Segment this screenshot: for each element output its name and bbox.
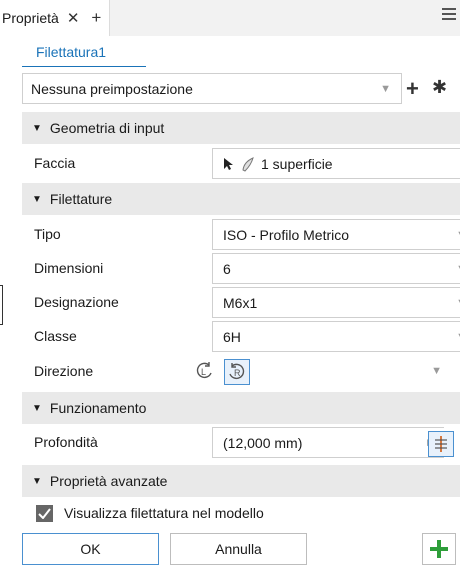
- size-value: 6: [223, 260, 231, 277]
- section-advanced[interactable]: ▼ Proprietà avanzate: [22, 465, 460, 497]
- left-hand-thread-icon[interactable]: L: [192, 359, 216, 383]
- type-label: Tipo: [34, 226, 61, 242]
- panel-body: Filettatura1 Nessuna preimpostazione ▼ +…: [0, 36, 460, 570]
- chevron-down-icon[interactable]: ▼: [431, 365, 442, 377]
- designation-dropdown[interactable]: M6x1 ▼: [212, 287, 460, 318]
- add-tab-icon[interactable]: +: [91, 8, 101, 28]
- gear-icon[interactable]: ✱: [432, 77, 447, 98]
- type-value: ISO - Profilo Metrico: [223, 226, 350, 243]
- ok-label: OK: [80, 541, 101, 557]
- resize-handle[interactable]: [0, 285, 3, 325]
- checkmark-icon: [38, 508, 51, 519]
- section-threads[interactable]: ▼ Filettature: [22, 183, 460, 215]
- direction-label: Direzione: [34, 363, 94, 379]
- cancel-label: Annulla: [215, 541, 262, 557]
- menu-icon[interactable]: [442, 8, 456, 20]
- tab-properties[interactable]: Proprietà ✕ +: [0, 0, 110, 36]
- cancel-button[interactable]: Annulla: [170, 533, 307, 565]
- section-title: Filettature: [49, 191, 113, 207]
- type-dropdown[interactable]: ISO - Profilo Metrico ▼: [212, 219, 460, 250]
- section-title: Funzionamento: [49, 400, 147, 416]
- chevron-down-icon: ▼: [456, 263, 460, 275]
- section-input-geometry[interactable]: ▼ Geometria di input: [22, 112, 460, 144]
- preset-dropdown[interactable]: Nessuna preimpostazione ▼: [22, 73, 402, 104]
- svg-text:R: R: [234, 368, 241, 378]
- depth-label: Profondità: [34, 434, 98, 450]
- designation-label: Designazione: [34, 294, 119, 310]
- ok-button[interactable]: OK: [22, 533, 159, 565]
- section-title: Geometria di input: [49, 120, 165, 136]
- collapse-triangle-icon: ▼: [32, 122, 42, 134]
- show-model-label[interactable]: Visualizza filettatura nel modello: [64, 505, 264, 521]
- cursor-arrow-icon: [224, 157, 233, 170]
- tab-bar: Proprietà ✕ +: [0, 0, 460, 37]
- class-label: Classe: [34, 328, 77, 344]
- feature-name-underline: [22, 66, 146, 67]
- properties-panel: Proprietà ✕ + Filettatura1 Nessuna preim…: [0, 0, 460, 570]
- depth-value: (12,000 mm): [223, 434, 303, 451]
- size-dropdown[interactable]: 6 ▼: [212, 253, 460, 284]
- section-behavior[interactable]: ▼ Funzionamento: [22, 392, 460, 424]
- class-dropdown[interactable]: 6H ▼: [212, 321, 460, 352]
- close-icon[interactable]: ✕: [67, 9, 80, 27]
- depth-input[interactable]: (12,000 mm) ▶: [212, 427, 444, 458]
- size-label: Dimensioni: [34, 260, 104, 276]
- collapse-triangle-icon: ▼: [32, 193, 42, 205]
- designation-value: M6x1: [223, 294, 258, 311]
- row-face: Faccia 1 superficie: [22, 146, 460, 180]
- collapse-triangle-icon: ▼: [32, 402, 42, 414]
- feature-name-link[interactable]: Filettatura1: [36, 44, 106, 60]
- plus-icon: [430, 540, 448, 558]
- right-hand-thread-icon[interactable]: R: [224, 359, 250, 385]
- chevron-down-icon: ▼: [456, 297, 460, 309]
- show-model-checkbox[interactable]: [36, 505, 53, 522]
- row-direction: Direzione L R ▼: [22, 354, 460, 388]
- class-value: 6H: [223, 328, 241, 345]
- full-depth-icon[interactable]: [428, 431, 454, 457]
- collapse-triangle-icon: ▼: [32, 475, 42, 487]
- chevron-down-icon: ▼: [380, 83, 391, 95]
- face-selector[interactable]: 1 superficie: [212, 148, 460, 179]
- face-label: Faccia: [34, 155, 76, 171]
- svg-text:L: L: [201, 367, 206, 377]
- row-depth: Profondità (12,000 mm) ▶: [22, 425, 460, 459]
- row-size: Dimensioni 6 ▼: [22, 251, 460, 285]
- add-preset-icon[interactable]: +: [406, 76, 419, 102]
- section-title: Proprietà avanzate: [49, 473, 168, 489]
- face-value: 1 superficie: [261, 155, 333, 172]
- row-type: Tipo ISO - Profilo Metrico ▼: [22, 217, 460, 251]
- chevron-down-icon: ▼: [456, 331, 460, 343]
- tab-title: Proprietà: [2, 10, 59, 26]
- preset-value: Nessuna preimpostazione: [31, 80, 193, 97]
- row-show-model: Visualizza filettatura nel modello: [22, 497, 460, 531]
- row-class: Classe 6H ▼: [22, 319, 460, 353]
- apply-add-button[interactable]: [422, 533, 456, 565]
- surface-icon: [242, 156, 254, 172]
- chevron-down-icon: ▼: [456, 229, 460, 241]
- row-designation: Designazione M6x1 ▼: [22, 285, 460, 319]
